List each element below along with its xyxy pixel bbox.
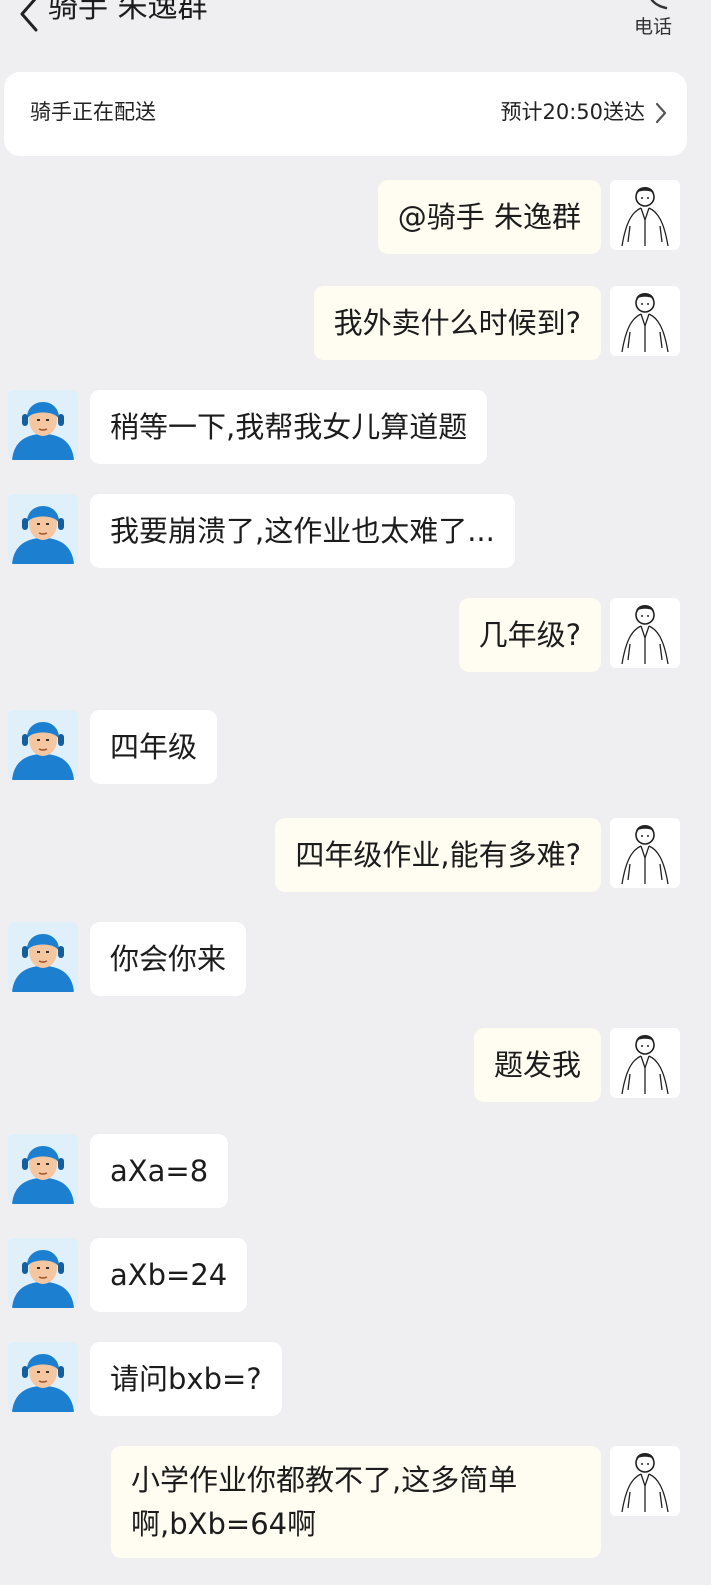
rider-avatar[interactable] — [8, 1134, 78, 1204]
message-bubble[interactable]: @骑手 朱逸群 — [377, 180, 601, 254]
message-bubble[interactable]: 小学作业你都教不了,这多简单啊,bXb=64啊 — [111, 1446, 601, 1558]
rider-helmet-avatar — [8, 710, 78, 780]
user-avatar[interactable] — [610, 1028, 680, 1098]
message-bubble[interactable]: 你会你来 — [90, 922, 247, 996]
message-bubble[interactable]: aXa=8 — [90, 1134, 229, 1208]
delivery-status-card[interactable]: 骑手正在配送 预计20:50送达 — [4, 72, 687, 156]
delivery-status-text: 骑手正在配送 — [30, 100, 156, 124]
rider-helmet-avatar — [8, 390, 78, 460]
phone-icon — [650, 0, 668, 10]
rider-avatar[interactable] — [8, 710, 78, 780]
user-avatar[interactable] — [610, 286, 680, 356]
user-avatar[interactable] — [610, 598, 680, 668]
sketch-person-avatar — [621, 1035, 669, 1095]
rider-helmet-avatar — [8, 1134, 78, 1204]
sketch-person-avatar — [621, 605, 669, 665]
sketch-person-avatar — [621, 293, 669, 353]
rider-avatar[interactable] — [8, 1342, 78, 1412]
estimated-arrival-text: 预计20:50送达 — [500, 100, 645, 124]
back-arrow-icon[interactable] — [16, 0, 42, 34]
sketch-person-avatar — [621, 1453, 669, 1513]
user-avatar[interactable] — [610, 1446, 680, 1516]
message-bubble[interactable]: 几年级? — [458, 598, 601, 672]
chat-header: 骑手 朱逸群 电话 — [0, 0, 711, 60]
user-avatar[interactable] — [610, 180, 680, 250]
call-label: 电话 — [634, 16, 673, 38]
call-button[interactable]: 电话 — [628, 0, 684, 48]
rider-helmet-avatar — [8, 1342, 78, 1412]
rider-avatar[interactable] — [8, 922, 78, 992]
rider-avatar[interactable] — [8, 390, 78, 460]
message-bubble[interactable]: 请问bxb=? — [90, 1342, 282, 1416]
rider-helmet-avatar — [8, 1238, 78, 1308]
message-bubble[interactable]: 稍等一下,我帮我女儿算道题 — [90, 390, 488, 464]
chevron-right-icon — [655, 102, 667, 124]
user-avatar[interactable] — [610, 818, 680, 888]
rider-helmet-avatar — [8, 494, 78, 564]
message-bubble[interactable]: aXb=24 — [90, 1238, 248, 1312]
rider-avatar[interactable] — [8, 1238, 78, 1308]
message-bubble[interactable]: 我外卖什么时候到? — [313, 286, 601, 360]
message-bubble[interactable]: 我要崩溃了,这作业也太难了... — [90, 494, 515, 568]
chat-title: 骑手 朱逸群 — [48, 0, 208, 25]
message-bubble[interactable]: 四年级作业,能有多难? — [275, 818, 601, 892]
rider-helmet-avatar — [8, 922, 78, 992]
sketch-person-avatar — [621, 825, 669, 885]
sketch-person-avatar — [621, 187, 669, 247]
message-bubble[interactable]: 题发我 — [473, 1028, 601, 1102]
message-bubble[interactable]: 四年级 — [90, 710, 218, 784]
rider-avatar[interactable] — [8, 494, 78, 564]
